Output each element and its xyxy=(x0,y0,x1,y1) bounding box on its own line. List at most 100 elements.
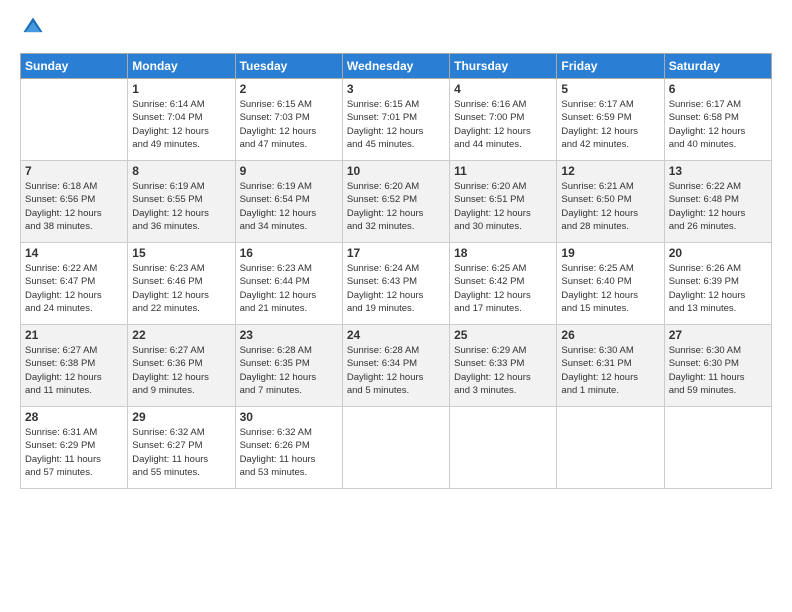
cell-info: Sunrise: 6:31 AM Sunset: 6:29 PM Dayligh… xyxy=(25,426,123,479)
table-row: 9 Sunrise: 6:19 AM Sunset: 6:54 PM Daylig… xyxy=(235,161,342,243)
cell-date: 14 xyxy=(25,246,123,260)
table-row: 16 Sunrise: 6:23 AM Sunset: 6:44 PM Dayli… xyxy=(235,243,342,325)
table-row: 23Sunrise: 6:28 AM Sunset: 6:35 PM Dayli… xyxy=(235,325,342,407)
col-sunday: Sunday xyxy=(21,54,128,79)
cell-date: 10 xyxy=(347,164,445,178)
cell-date: 11 xyxy=(454,164,552,178)
cell-info: Sunrise: 6:22 AM Sunset: 6:47 PM Dayligh… xyxy=(25,262,123,315)
cell-info: Sunrise: 6:24 AM Sunset: 6:43 PM Dayligh… xyxy=(347,262,445,315)
cell-date: 25 xyxy=(454,328,552,342)
table-row xyxy=(21,79,128,161)
cell-info: Sunrise: 6:14 AM Sunset: 7:04 PM Dayligh… xyxy=(132,98,230,151)
cell-info: Sunrise: 6:27 AM Sunset: 6:36 PM Dayligh… xyxy=(132,344,230,397)
cell-date: 26 xyxy=(561,328,659,342)
logo-icon xyxy=(22,16,44,38)
cell-date: 16 xyxy=(240,246,338,260)
cell-date: 19 xyxy=(561,246,659,260)
table-row: 13 Sunrise: 6:22 AM Sunset: 6:48 PM Dayli… xyxy=(664,161,771,243)
cell-info: Sunrise: 6:25 AM Sunset: 6:42 PM Dayligh… xyxy=(454,262,552,315)
table-row: 27 Sunrise: 6:30 AM Sunset: 6:30 PM Dayli… xyxy=(664,325,771,407)
cell-date: 18 xyxy=(454,246,552,260)
calendar-header-row: Sunday Monday Tuesday Wednesday Thursday… xyxy=(21,54,772,79)
calendar-week-row: 28 Sunrise: 6:31 AM Sunset: 6:29 PM Dayli… xyxy=(21,407,772,489)
cell-info: Sunrise: 6:20 AM Sunset: 6:52 PM Dayligh… xyxy=(347,180,445,233)
col-thursday: Thursday xyxy=(450,54,557,79)
cell-date: 15 xyxy=(132,246,230,260)
cell-date: 4 xyxy=(454,82,552,96)
table-row xyxy=(664,407,771,489)
cell-date: 9 xyxy=(240,164,338,178)
calendar-week-row: 1 Sunrise: 6:14 AM Sunset: 7:04 PM Daylig… xyxy=(21,79,772,161)
table-row: 5Sunrise: 6:17 AM Sunset: 6:59 PM Daylig… xyxy=(557,79,664,161)
table-row: 28 Sunrise: 6:31 AM Sunset: 6:29 PM Dayli… xyxy=(21,407,128,489)
table-row: 8Sunrise: 6:19 AM Sunset: 6:55 PM Daylig… xyxy=(128,161,235,243)
cell-info: Sunrise: 6:17 AM Sunset: 6:58 PM Dayligh… xyxy=(669,98,767,151)
cell-info: Sunrise: 6:19 AM Sunset: 6:54 PM Dayligh… xyxy=(240,180,338,233)
table-row: 26Sunrise: 6:30 AM Sunset: 6:31 PM Dayli… xyxy=(557,325,664,407)
logo xyxy=(20,16,48,43)
cell-info: Sunrise: 6:25 AM Sunset: 6:40 PM Dayligh… xyxy=(561,262,659,315)
table-row: 1 Sunrise: 6:14 AM Sunset: 7:04 PM Daylig… xyxy=(128,79,235,161)
calendar-table: Sunday Monday Tuesday Wednesday Thursday… xyxy=(20,53,772,489)
cell-info: Sunrise: 6:28 AM Sunset: 6:35 PM Dayligh… xyxy=(240,344,338,397)
cell-info: Sunrise: 6:22 AM Sunset: 6:48 PM Dayligh… xyxy=(669,180,767,233)
cell-date: 27 xyxy=(669,328,767,342)
cell-date: 28 xyxy=(25,410,123,424)
cell-info: Sunrise: 6:16 AM Sunset: 7:00 PM Dayligh… xyxy=(454,98,552,151)
cell-info: Sunrise: 6:19 AM Sunset: 6:55 PM Dayligh… xyxy=(132,180,230,233)
table-row: 7 Sunrise: 6:18 AM Sunset: 6:56 PM Daylig… xyxy=(21,161,128,243)
cell-date: 7 xyxy=(25,164,123,178)
calendar-week-row: 7 Sunrise: 6:18 AM Sunset: 6:56 PM Daylig… xyxy=(21,161,772,243)
col-monday: Monday xyxy=(128,54,235,79)
table-row: 19 Sunrise: 6:25 AM Sunset: 6:40 PM Dayli… xyxy=(557,243,664,325)
calendar-week-row: 14 Sunrise: 6:22 AM Sunset: 6:47 PM Dayli… xyxy=(21,243,772,325)
table-row: 6Sunrise: 6:17 AM Sunset: 6:58 PM Daylig… xyxy=(664,79,771,161)
cell-info: Sunrise: 6:15 AM Sunset: 7:01 PM Dayligh… xyxy=(347,98,445,151)
cell-info: Sunrise: 6:18 AM Sunset: 6:56 PM Dayligh… xyxy=(25,180,123,233)
cell-date: 12 xyxy=(561,164,659,178)
cell-info: Sunrise: 6:27 AM Sunset: 6:38 PM Dayligh… xyxy=(25,344,123,397)
col-friday: Friday xyxy=(557,54,664,79)
col-saturday: Saturday xyxy=(664,54,771,79)
table-row: 22Sunrise: 6:27 AM Sunset: 6:36 PM Dayli… xyxy=(128,325,235,407)
col-wednesday: Wednesday xyxy=(342,54,449,79)
table-row: 14 Sunrise: 6:22 AM Sunset: 6:47 PM Dayli… xyxy=(21,243,128,325)
cell-info: Sunrise: 6:32 AM Sunset: 6:27 PM Dayligh… xyxy=(132,426,230,479)
cell-date: 5 xyxy=(561,82,659,96)
cell-date: 1 xyxy=(132,82,230,96)
table-row: 18 Sunrise: 6:25 AM Sunset: 6:42 PM Dayli… xyxy=(450,243,557,325)
cell-info: Sunrise: 6:23 AM Sunset: 6:44 PM Dayligh… xyxy=(240,262,338,315)
table-row: 24 Sunrise: 6:28 AM Sunset: 6:34 PM Dayli… xyxy=(342,325,449,407)
table-row: 17 Sunrise: 6:24 AM Sunset: 6:43 PM Dayli… xyxy=(342,243,449,325)
header xyxy=(20,16,772,43)
cell-info: Sunrise: 6:21 AM Sunset: 6:50 PM Dayligh… xyxy=(561,180,659,233)
table-row: 25 Sunrise: 6:29 AM Sunset: 6:33 PM Dayli… xyxy=(450,325,557,407)
cell-date: 3 xyxy=(347,82,445,96)
cell-info: Sunrise: 6:15 AM Sunset: 7:03 PM Dayligh… xyxy=(240,98,338,151)
cell-info: Sunrise: 6:20 AM Sunset: 6:51 PM Dayligh… xyxy=(454,180,552,233)
table-row xyxy=(557,407,664,489)
cell-info: Sunrise: 6:23 AM Sunset: 6:46 PM Dayligh… xyxy=(132,262,230,315)
table-row: 30Sunrise: 6:32 AM Sunset: 6:26 PM Dayli… xyxy=(235,407,342,489)
cell-date: 2 xyxy=(240,82,338,96)
cell-info: Sunrise: 6:29 AM Sunset: 6:33 PM Dayligh… xyxy=(454,344,552,397)
page: Sunday Monday Tuesday Wednesday Thursday… xyxy=(0,0,792,612)
table-row: 12 Sunrise: 6:21 AM Sunset: 6:50 PM Dayli… xyxy=(557,161,664,243)
cell-date: 13 xyxy=(669,164,767,178)
cell-info: Sunrise: 6:26 AM Sunset: 6:39 PM Dayligh… xyxy=(669,262,767,315)
cell-date: 20 xyxy=(669,246,767,260)
table-row: 20 Sunrise: 6:26 AM Sunset: 6:39 PM Dayli… xyxy=(664,243,771,325)
table-row: 15 Sunrise: 6:23 AM Sunset: 6:46 PM Dayli… xyxy=(128,243,235,325)
cell-date: 21 xyxy=(25,328,123,342)
cell-date: 17 xyxy=(347,246,445,260)
calendar-week-row: 21 Sunrise: 6:27 AM Sunset: 6:38 PM Dayli… xyxy=(21,325,772,407)
cell-date: 24 xyxy=(347,328,445,342)
cell-info: Sunrise: 6:30 AM Sunset: 6:30 PM Dayligh… xyxy=(669,344,767,397)
cell-info: Sunrise: 6:28 AM Sunset: 6:34 PM Dayligh… xyxy=(347,344,445,397)
table-row: 2 Sunrise: 6:15 AM Sunset: 7:03 PM Daylig… xyxy=(235,79,342,161)
col-tuesday: Tuesday xyxy=(235,54,342,79)
table-row: 29 Sunrise: 6:32 AM Sunset: 6:27 PM Dayli… xyxy=(128,407,235,489)
table-row: 4 Sunrise: 6:16 AM Sunset: 7:00 PM Daylig… xyxy=(450,79,557,161)
table-row: 10 Sunrise: 6:20 AM Sunset: 6:52 PM Dayli… xyxy=(342,161,449,243)
cell-date: 29 xyxy=(132,410,230,424)
